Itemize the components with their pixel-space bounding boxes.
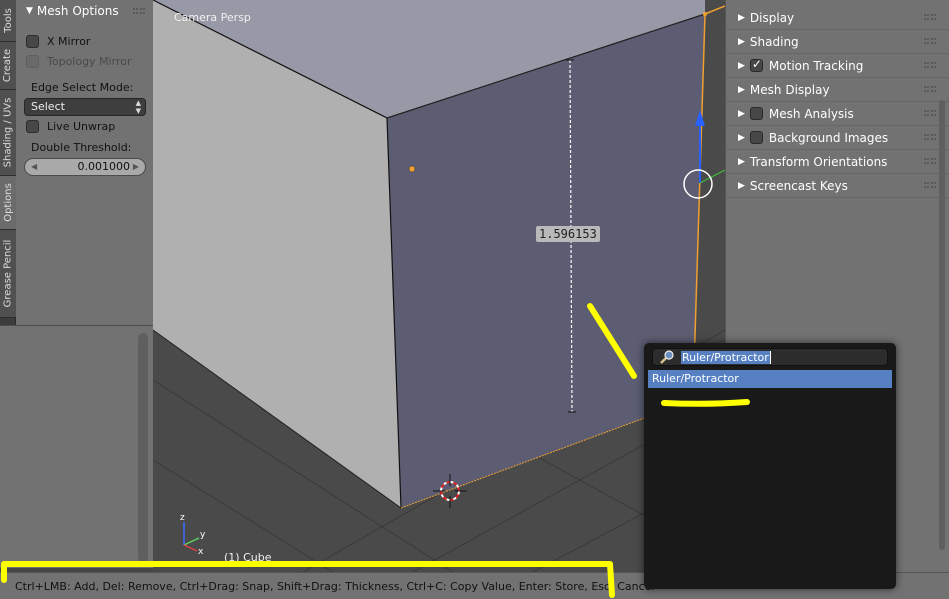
double-threshold-value: 0.001000 [77, 160, 131, 173]
drag-grip-icon[interactable] [924, 182, 936, 188]
panel-shading-label: Shading [749, 34, 799, 49]
expand-triangle-icon: ▶ [738, 84, 745, 95]
panel-screencast-keys[interactable]: ▶ Screencast Keys [726, 174, 949, 198]
checkbox-icon [26, 35, 39, 48]
panel-mesh-display-label: Mesh Display [749, 82, 830, 97]
checkbox-icon[interactable] [749, 107, 763, 120]
panel-display-label: Display [749, 10, 795, 25]
panel-screencast-keys-label: Screencast Keys [749, 178, 848, 193]
tab-options[interactable]: Options [0, 176, 16, 230]
drag-grip-icon[interactable] [924, 134, 936, 140]
expand-triangle-icon: ▶ [738, 12, 745, 23]
live-unwrap-label: Live Unwrap [47, 120, 116, 133]
checkmark-icon[interactable] [749, 57, 763, 72]
tool-shelf-tabs: Tools Create Shading / UVs Options Greas… [0, 0, 16, 325]
panel-background-images[interactable]: ▶ Background Images [726, 126, 949, 150]
drag-grip-icon[interactable] [133, 8, 145, 14]
svg-text:x: x [198, 547, 204, 557]
tab-grease-pencil-label: Grease Pencil [2, 239, 14, 308]
double-threshold-label: Double Threshold: [31, 141, 132, 154]
view-label: Camera Persp [174, 11, 251, 24]
panel-motion-tracking[interactable]: ▶ Motion Tracking [726, 54, 949, 78]
panel-transform-orientations[interactable]: ▶ Transform Orientations [726, 150, 949, 174]
drag-grip-icon[interactable] [924, 14, 936, 20]
tool-shelf-empty-area [0, 325, 153, 568]
panel-display[interactable]: ▶ Display [726, 6, 949, 30]
ruler-measurement: 1.596153 [536, 226, 600, 242]
tab-shading-uvs-label: Shading / UVs [2, 97, 14, 168]
tab-shading-uvs[interactable]: Shading / UVs [0, 90, 16, 176]
updown-arrows-icon: ▲ ▼ [135, 99, 141, 115]
panel-mesh-analysis[interactable]: ▶ Mesh Analysis [726, 102, 949, 126]
checkbox-icon [26, 120, 39, 133]
live-unwrap-checkbox[interactable]: Live Unwrap [26, 120, 115, 133]
mesh-options-header[interactable]: ▼ Mesh Options [16, 0, 153, 22]
tool-shelf-scrollbar[interactable] [138, 333, 148, 563]
tab-tools-label: Tools [2, 8, 14, 33]
tab-tools[interactable]: Tools [0, 0, 16, 42]
operator-search-popup: Ruler/Protractor Ruler/Protractor [644, 343, 896, 589]
expand-triangle-icon: ▶ [738, 36, 745, 47]
panel-motion-tracking-label: Motion Tracking [768, 58, 864, 73]
panel-mesh-display[interactable]: ▶ Mesh Display [726, 78, 949, 102]
tab-grease-pencil[interactable]: Grease Pencil [0, 230, 16, 318]
svg-text:z: z [180, 513, 185, 523]
checkbox-icon[interactable] [749, 131, 763, 144]
search-query-text: Ruler/Protractor [681, 350, 770, 364]
panel-background-images-label: Background Images [768, 130, 889, 145]
3d-viewport[interactable]: z y x Camera Persp (1) Cube 1.596153 [153, 0, 725, 572]
tab-create-label: Create [2, 48, 14, 83]
svg-text:y: y [200, 530, 206, 540]
mesh-options-title: Mesh Options [36, 4, 119, 18]
edge-select-mode-dropdown[interactable]: Select ▲ ▼ [24, 98, 146, 116]
edge-select-mode-value: Select [31, 100, 65, 113]
tab-create[interactable]: Create [0, 42, 16, 90]
panel-shading[interactable]: ▶ Shading [726, 30, 949, 54]
text-caret [769, 350, 771, 364]
search-icon [660, 350, 674, 364]
tool-shelf-panel: ▼ Mesh Options X Mirror Topology Mirror … [16, 0, 153, 325]
panel-transform-orientations-label: Transform Orientations [749, 154, 888, 169]
panel-mesh-analysis-label: Mesh Analysis [768, 106, 854, 121]
object-label: (1) Cube [224, 551, 272, 564]
expand-triangle-icon: ▶ [738, 132, 745, 143]
drag-grip-icon[interactable] [924, 158, 936, 164]
double-threshold-field[interactable]: ◀ 0.001000 ▶ [24, 158, 146, 176]
increment-arrow-icon[interactable]: ▶ [133, 159, 139, 175]
drag-grip-icon[interactable] [924, 86, 936, 92]
drag-grip-icon[interactable] [924, 110, 936, 116]
expand-triangle-icon: ▶ [738, 60, 745, 71]
expand-triangle-icon: ▶ [738, 156, 745, 167]
expand-triangle-icon: ▶ [738, 108, 745, 119]
x-mirror-label: X Mirror [47, 35, 91, 48]
search-result-item[interactable]: Ruler/Protractor [648, 370, 892, 388]
topology-mirror-checkbox: Topology Mirror [26, 55, 131, 68]
decrement-arrow-icon[interactable]: ◀ [31, 159, 37, 175]
edge-select-mode-label: Edge Select Mode: [31, 81, 134, 94]
expand-triangle-icon: ▶ [738, 180, 745, 191]
expand-triangle-icon: ▼ [26, 6, 33, 16]
checkbox-icon [26, 55, 39, 68]
status-hint-text: Ctrl+LMB: Add, Del: Remove, Ctrl+Drag: S… [15, 580, 655, 593]
drag-grip-icon[interactable] [924, 38, 936, 44]
tab-options-label: Options [2, 183, 14, 222]
drag-grip-icon[interactable] [924, 62, 936, 68]
search-input[interactable]: Ruler/Protractor [652, 348, 888, 366]
x-mirror-checkbox[interactable]: X Mirror [26, 35, 90, 48]
viewport-scene: z y x [153, 0, 725, 572]
topology-mirror-label: Topology Mirror [47, 55, 132, 68]
properties-scrollbar[interactable] [939, 100, 945, 550]
